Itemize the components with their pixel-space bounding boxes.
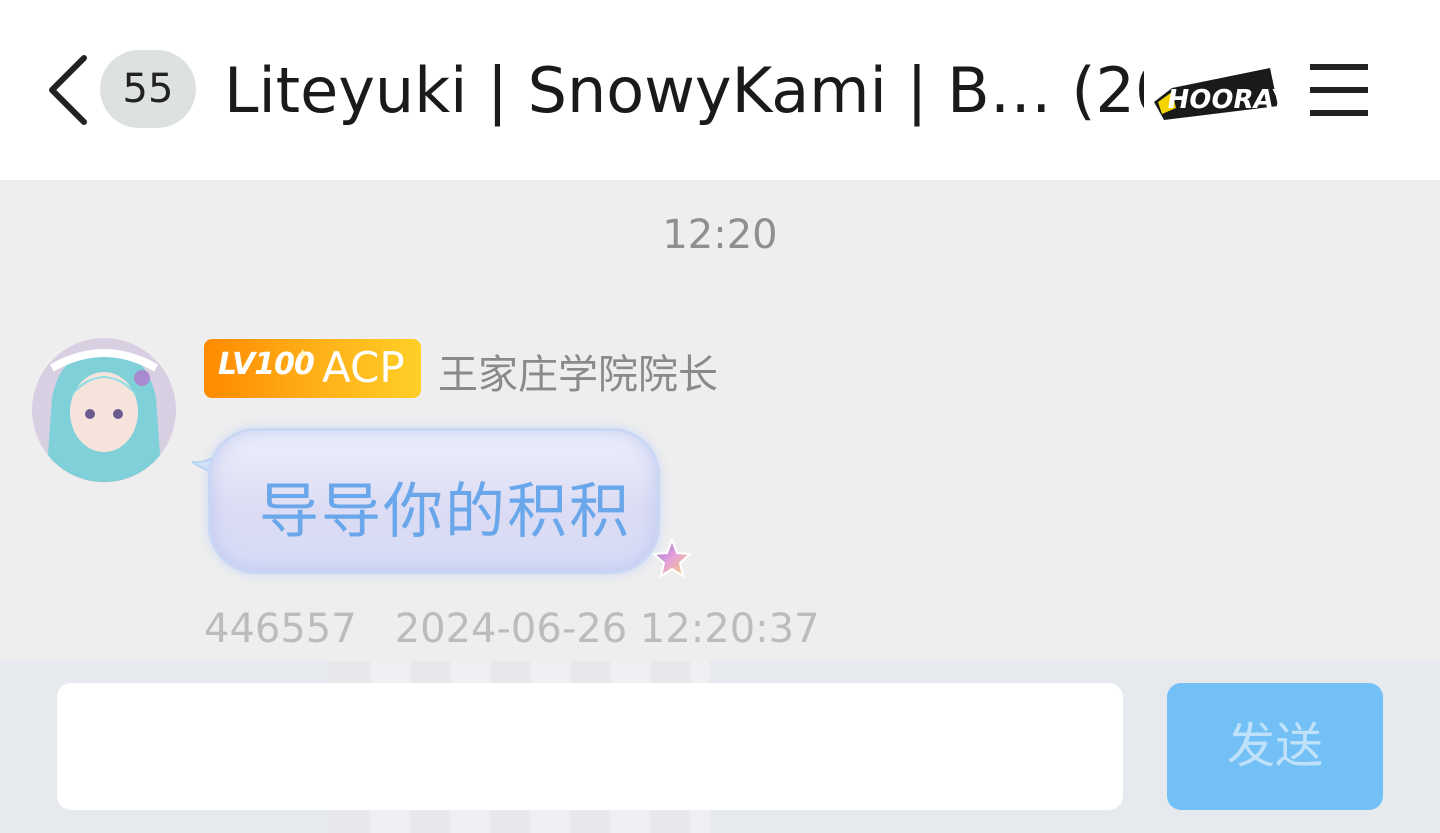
chevron-left-icon bbox=[49, 55, 87, 125]
sender-avatar[interactable] bbox=[32, 338, 176, 482]
sender-title: 王家庄学院院长 bbox=[438, 352, 718, 398]
star-icon bbox=[652, 538, 692, 578]
role-badge-text: ACP bbox=[322, 343, 405, 392]
chat-title: Liteyuki | SnowyKami | B… (206) bbox=[224, 54, 1144, 127]
menu-button[interactable] bbox=[1308, 62, 1372, 118]
message-meta: 446557 2024-06-26 12:20:37 bbox=[204, 606, 820, 652]
bubble-body: 导导你的积积 bbox=[208, 428, 660, 574]
chat-header: 55 Liteyuki | SnowyKami | B… (206) HOORA… bbox=[0, 0, 1440, 180]
level-badge: LV100 ✦ ACP bbox=[204, 339, 421, 398]
hooray-sticker-icon: HOORAY bbox=[1150, 62, 1293, 122]
sparkle-icon: ✦ bbox=[296, 345, 310, 364]
hamburger-menu-icon bbox=[1310, 64, 1368, 116]
sender-id: 446557 bbox=[204, 606, 357, 652]
message-timestamp: 2024-06-26 12:20:37 bbox=[394, 606, 820, 652]
message-text: 导导你的积积 bbox=[259, 477, 631, 547]
send-button[interactable]: 发送 bbox=[1167, 683, 1383, 810]
message-input[interactable] bbox=[57, 683, 1123, 810]
back-button[interactable] bbox=[40, 50, 100, 130]
time-separator: 12:20 bbox=[662, 212, 778, 258]
unread-count-badge[interactable]: 55 bbox=[100, 50, 196, 128]
message-bubble[interactable]: 导导你的积积 bbox=[190, 420, 700, 590]
svg-text:HOORAY: HOORAY bbox=[1165, 85, 1282, 115]
